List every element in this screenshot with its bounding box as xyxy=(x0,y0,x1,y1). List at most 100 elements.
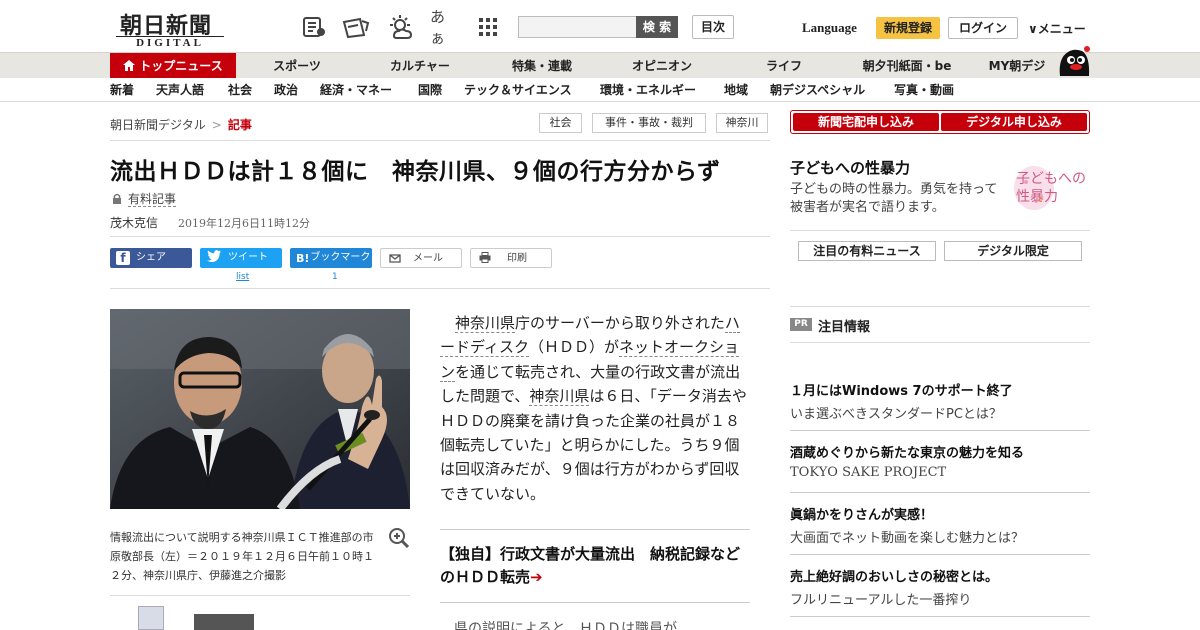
divider xyxy=(110,288,770,289)
related-article-title: 【独自】行政文書が大量流出 納税記録などのＨＤＤ転売 xyxy=(440,545,741,586)
pr-item-title[interactable]: １月にはWindows 7のサポート終了 xyxy=(790,380,1013,399)
share-mail-button[interactable]: メール xyxy=(380,248,462,268)
apps-grid-icon[interactable] xyxy=(474,13,502,41)
login-button[interactable]: ログイン xyxy=(948,17,1018,39)
breadcrumb: 朝日新聞デジタル > 記事 xyxy=(110,116,252,133)
share-facebook-button[interactable]: f シェア xyxy=(110,248,192,268)
twitter-bird-icon xyxy=(206,248,222,263)
main-nav: トップニュース スポーツ カルチャー 特集・連載 オピニオン ライフ 朝夕刊紙面… xyxy=(0,52,1200,79)
divider xyxy=(790,616,1090,617)
divider xyxy=(440,529,750,530)
hatena-count[interactable]: 1 xyxy=(332,272,338,282)
subnav-special[interactable]: 朝デジスペシャル xyxy=(770,78,865,102)
search-input[interactable] xyxy=(518,16,637,38)
article-headline: 流出ＨＤＤは計１８個に 神奈川県、９個の行方分からず xyxy=(110,159,721,185)
share-facebook-label: シェア xyxy=(136,252,166,263)
author-name[interactable]: 茂木克信 xyxy=(110,214,158,231)
keyword-link[interactable]: 神奈川県 xyxy=(529,387,590,407)
subscribe-paper-button[interactable]: 新聞宅配申し込み xyxy=(793,113,939,131)
feature-description[interactable]: 子どもの時の性暴力。勇気を持って被害者が実名で語ります。 xyxy=(790,181,1006,217)
subnav-tech-science[interactable]: テック＆サイエンス xyxy=(464,78,572,102)
menu-button[interactable]: ∨メニュー xyxy=(1028,20,1086,37)
subnav-international[interactable]: 国際 xyxy=(418,78,442,102)
breadcrumb-separator: > xyxy=(211,118,222,132)
nav-paper[interactable]: 朝夕刊紙面・be xyxy=(850,53,964,79)
nav-top-news[interactable]: トップニュース xyxy=(110,53,236,79)
subscribe-digital-button[interactable]: デジタル申し込み xyxy=(941,113,1087,131)
feature-logo-text: 子どもへの性暴力 xyxy=(1016,171,1086,205)
subnav-politics[interactable]: 政治 xyxy=(274,78,298,102)
divider xyxy=(110,595,410,596)
home-icon xyxy=(123,54,136,80)
pr-item-subtitle[interactable]: フルリニューアルした一番搾り xyxy=(790,589,971,608)
print-label: 印刷 xyxy=(507,253,527,264)
tag-society[interactable]: 社会 xyxy=(539,113,582,133)
subnav-latest[interactable]: 新着 xyxy=(110,78,134,102)
pr-item-title[interactable]: 売上絶好調のおいしさの秘密とは。 xyxy=(790,566,998,585)
subnav-economy[interactable]: 経済・マネー xyxy=(320,78,392,102)
paid-article-label[interactable]: 有料記事 xyxy=(112,190,177,207)
nav-opinion[interactable]: オピニオン xyxy=(612,53,712,79)
subnav-society[interactable]: 社会 xyxy=(228,78,252,102)
subnav-tenseijingo[interactable]: 天声人語 xyxy=(156,78,204,102)
nav-sports[interactable]: スポーツ xyxy=(252,53,342,79)
newspaper-icon[interactable] xyxy=(300,13,328,41)
site-logo[interactable]: 朝日新聞 DIGITAL xyxy=(112,8,228,50)
share-mail-label: メール xyxy=(413,253,443,264)
print-button[interactable]: 印刷 xyxy=(470,248,552,268)
tab-digital-only[interactable]: デジタル限定 xyxy=(944,241,1082,261)
feature-title[interactable]: 子どもへの性暴力 xyxy=(790,157,910,178)
lock-icon xyxy=(112,193,122,204)
font-size-icon[interactable]: あぁ xyxy=(430,8,458,47)
zoom-icon[interactable] xyxy=(388,527,410,549)
mail-icon xyxy=(387,249,403,263)
mail-magazine-icon[interactable] xyxy=(342,13,370,41)
nav-culture[interactable]: カルチャー xyxy=(370,53,470,79)
subnav-regional[interactable]: 地域 xyxy=(724,78,748,102)
breadcrumb-current: 記事 xyxy=(227,118,252,132)
register-button[interactable]: 新規登録 xyxy=(876,17,940,39)
pr-item-title[interactable]: 酒蔵めぐりから新たな東京の魅力を知る xyxy=(790,442,1024,461)
mascot-icon[interactable] xyxy=(1056,44,1092,78)
pr-item-subtitle[interactable]: 大画面でネット動画を楽しむ魅力とは？ xyxy=(790,527,1024,546)
share-twitter-button[interactable]: ツイート xyxy=(200,248,282,268)
tab-paid-news[interactable]: 注目の有料ニュース xyxy=(798,241,936,261)
divider xyxy=(790,492,1090,493)
nav-my-asadigi[interactable]: MY朝デジ xyxy=(980,53,1054,79)
article-photo[interactable] xyxy=(110,309,410,509)
pr-item-subtitle[interactable]: いま選ぶべきスタンダードPCとは？ xyxy=(790,403,1002,422)
feature-logo[interactable]: 子どもへの性暴力 xyxy=(1012,162,1092,214)
logo-sub-text: DIGITAL xyxy=(116,36,224,50)
divider xyxy=(790,306,1090,307)
keyword-link[interactable]: 神奈川県 xyxy=(455,314,516,333)
share-hatena-label: ブックマーク xyxy=(310,252,371,263)
breadcrumb-root[interactable]: 朝日新聞デジタル xyxy=(110,118,206,132)
nav-features[interactable]: 特集・連載 xyxy=(490,53,594,79)
twitter-count[interactable]: list xyxy=(236,272,249,282)
article-body: 神奈川県庁のサーバーから取り外されたハードディスク（ＨＤＤ）がネットオークション… xyxy=(440,311,750,506)
search-button[interactable]: 検 索 xyxy=(636,16,678,38)
nav-life[interactable]: ライフ xyxy=(744,53,824,79)
article-body-continued: 県の説明によると、ＨＤＤは職員が xyxy=(440,621,678,630)
nav-top-news-label: トップニュース xyxy=(139,59,223,73)
pr-section-title: 注目情報 xyxy=(818,320,871,335)
subnav-photo-video[interactable]: 写真・動画 xyxy=(894,78,954,102)
pr-item-subtitle[interactable]: TOKYO SAKE PROJECT xyxy=(790,465,946,480)
pr-item-title[interactable]: 眞鍋かをりさんが実感！ xyxy=(790,504,933,523)
related-article-link[interactable]: 【独自】行政文書が大量流出 納税記録などのＨＤＤ転売➔ xyxy=(440,543,750,589)
body-text-segment: 庁のサーバーから取り外された xyxy=(515,314,725,332)
share-hatena-button[interactable]: B!ブックマーク xyxy=(290,248,372,268)
divider xyxy=(790,230,1090,231)
tag-kanagawa[interactable]: 神奈川 xyxy=(716,113,768,133)
sub-nav: 新着 天声人語 社会 政治 経済・マネー 国際 テック＆サイエンス 環境・エネル… xyxy=(0,78,1200,102)
photo-caption: 情報流出について説明する神奈川県ＩＣＴ推進部の市原敬部長（左）＝２０１９年１２月… xyxy=(110,531,374,582)
thumbnail-image[interactable] xyxy=(138,606,164,630)
divider xyxy=(110,236,770,237)
subnav-environment[interactable]: 環境・エネルギー xyxy=(600,78,696,102)
toc-button[interactable]: 目次 xyxy=(692,15,734,39)
language-link[interactable]: Language xyxy=(802,20,857,36)
printer-icon xyxy=(477,249,493,263)
weather-icon[interactable] xyxy=(386,13,414,41)
tag-incident[interactable]: 事件・事故・裁判 xyxy=(592,113,706,133)
thumbnail-image[interactable] xyxy=(194,614,254,630)
